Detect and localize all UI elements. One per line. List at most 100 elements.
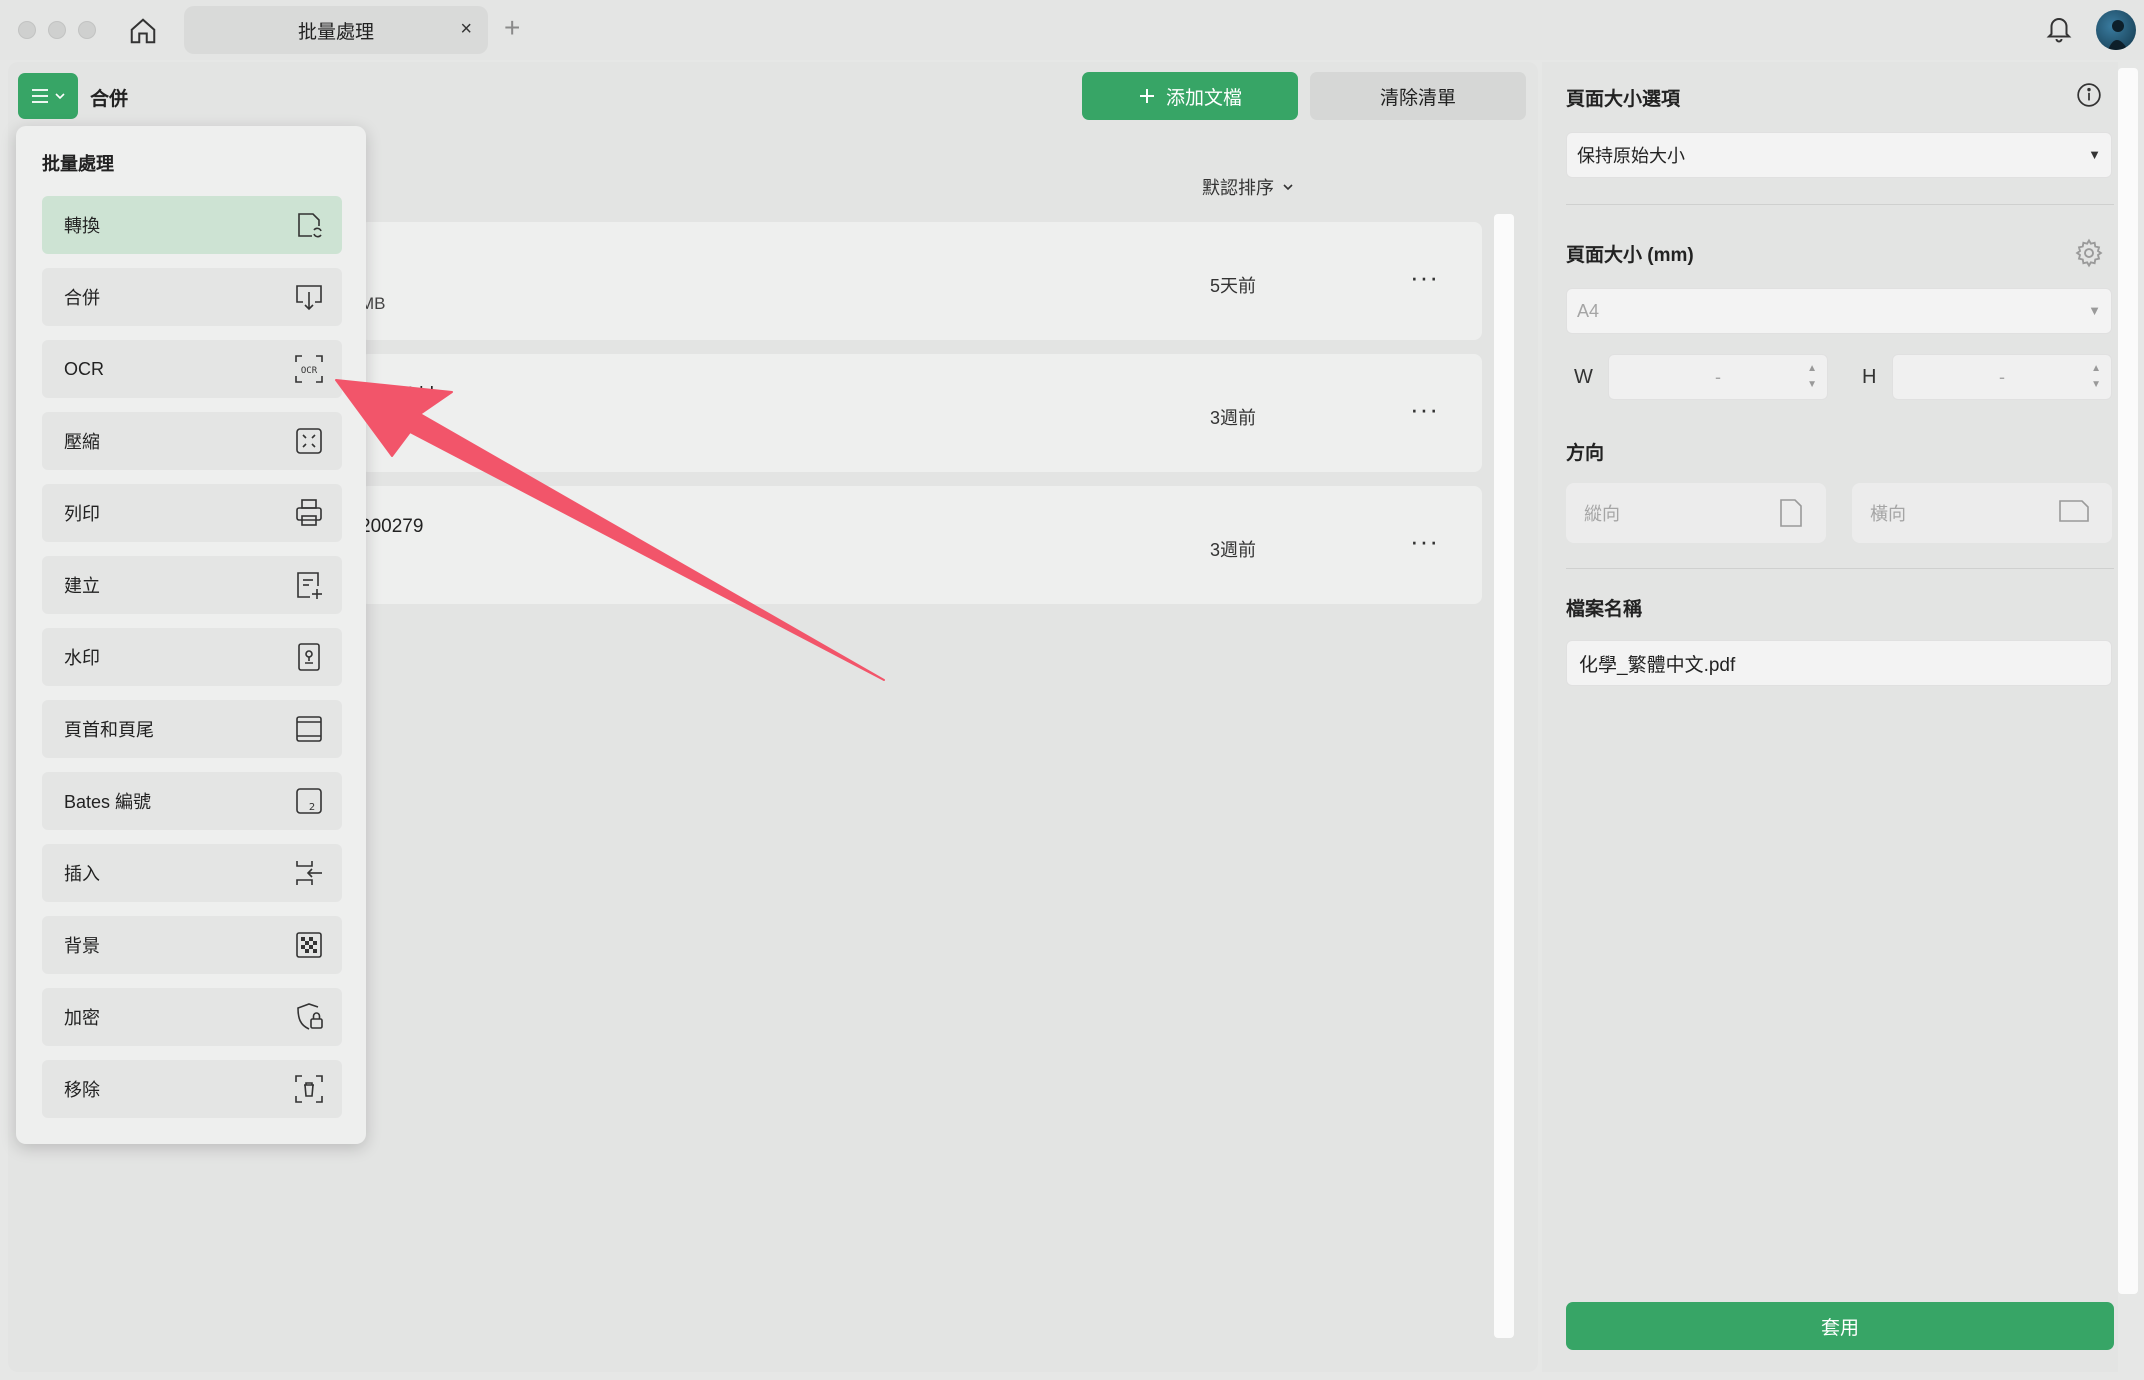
file-time: 3週前 [1210, 540, 1257, 560]
file-row[interactable]: 51_a5dd 3週前 ··· [360, 354, 1482, 472]
batch-menu-button[interactable] [18, 73, 78, 119]
printer-icon [296, 499, 322, 526]
menu-item-encrypt[interactable]: 加密 [42, 988, 342, 1046]
menu-item-label: 壓縮 [64, 432, 100, 452]
user-avatar-icon [2108, 20, 2128, 50]
stepper-arrows-icon[interactable]: ▲ ▼ [2091, 361, 2101, 393]
menu-item-header-footer[interactable]: 頁首和頁尾 [42, 700, 342, 758]
menu-item-label: 列印 [64, 504, 100, 524]
file-time: 3週前 [1210, 408, 1257, 428]
menu-item-bates[interactable]: Bates 編號 2 [42, 772, 342, 830]
menu-title: 批量處理 [42, 154, 114, 174]
menu-item-label: 背景 [64, 936, 100, 956]
more-options-button[interactable]: ··· [1410, 394, 1439, 425]
window-close-dot[interactable] [18, 21, 36, 39]
divider [1566, 568, 2114, 569]
home-icon [130, 18, 156, 44]
sort-label: 默認排序 [1202, 178, 1274, 198]
hamburger-icon [32, 89, 48, 103]
caret-down-icon: ▼ [2088, 303, 2101, 318]
menu-item-label: 水印 [64, 648, 100, 668]
page-size-select[interactable]: A4 ▼ [1566, 288, 2112, 334]
menu-item-create[interactable]: 建立 [42, 556, 342, 614]
orientation-label: 方向 [1566, 443, 1605, 464]
file-name: 51_a5dd [360, 384, 434, 405]
file-list-scrollbar[interactable] [1494, 214, 1514, 1338]
home-button[interactable] [126, 14, 160, 48]
menu-item-insert[interactable]: 插入 [42, 844, 342, 902]
window-zoom-dot[interactable] [78, 21, 96, 39]
page-title: 合併 [90, 89, 129, 110]
insert-icon [296, 861, 322, 885]
menu-item-label: 加密 [64, 1008, 100, 1028]
menu-item-label: 插入 [64, 864, 100, 884]
page-size-options-label: 頁面大小選項 [1566, 89, 1681, 110]
page-size-mm-label: 頁面大小 (mm) [1566, 245, 1694, 266]
watermark-icon [298, 643, 320, 671]
notifications-button[interactable] [2044, 14, 2076, 46]
portrait-page-icon [1780, 499, 1802, 527]
chevron-down-icon [1283, 184, 1293, 191]
add-files-label: 添加文檔 [1165, 87, 1242, 109]
more-options-button[interactable]: ··· [1410, 526, 1439, 557]
divider [1566, 204, 2114, 205]
page-size-option-value: 保持原始大小 [1577, 146, 1685, 166]
remove-icon [295, 1075, 323, 1103]
bell-icon [2046, 18, 2072, 43]
merge-icon [296, 285, 322, 311]
file-row[interactable]: 200279 3週前 ··· [360, 486, 1482, 604]
svg-text:OCR: OCR [301, 366, 318, 376]
page-size-option-select[interactable]: 保持原始大小 ▼ [1566, 132, 2112, 178]
tab-close-button[interactable]: × [460, 18, 472, 41]
sort-dropdown[interactable]: 默認排序 [1202, 174, 1294, 200]
batch-menu-dropdown: 批量處理 轉換 合併 OCR OCR 壓縮 列印 建立 水印 頁首和頁尾 Bat… [16, 126, 366, 1144]
height-stepper[interactable]: - ▲ ▼ [1892, 354, 2112, 400]
tab-batch[interactable]: 批量處理 × [184, 6, 488, 54]
file-time: 5天前 [1210, 276, 1257, 296]
file-name: 200279 [360, 516, 424, 537]
menu-item-label: 合併 [64, 288, 100, 308]
landscape-option[interactable]: 橫向 [1852, 483, 2112, 543]
menu-item-label: OCR [64, 358, 104, 379]
header-footer-icon [296, 716, 322, 742]
page-size-value: A4 [1577, 300, 1600, 321]
apply-button[interactable]: 套用 [1566, 1302, 2114, 1350]
plus-icon [1139, 89, 1154, 103]
chevron-down-icon [55, 93, 65, 100]
more-options-button[interactable]: ··· [1410, 262, 1439, 293]
menu-item-watermark[interactable]: 水印 [42, 628, 342, 686]
clear-list-button[interactable]: 清除清單 [1310, 72, 1526, 120]
file-row[interactable]: MB 5天前 ··· [360, 222, 1482, 340]
width-label: W [1574, 366, 1593, 388]
window-minimize-dot[interactable] [48, 21, 66, 39]
gear-icon[interactable] [2074, 238, 2104, 268]
menu-item-remove[interactable]: 移除 [42, 1060, 342, 1118]
menu-item-label: Bates 編號 [64, 792, 152, 812]
landscape-label: 橫向 [1870, 504, 1906, 524]
menu-item-label: 建立 [64, 576, 100, 596]
panel-scrollbar[interactable] [2118, 68, 2138, 1294]
menu-item-ocr[interactable]: OCR OCR [42, 340, 342, 398]
stepper-arrows-icon[interactable]: ▲ ▼ [1807, 361, 1817, 393]
menu-item-merge[interactable]: 合併 [42, 268, 342, 326]
info-icon[interactable] [2076, 82, 2102, 108]
menu-item-compress[interactable]: 壓縮 [42, 412, 342, 470]
ocr-icon: OCR [295, 355, 323, 383]
compress-icon [296, 428, 322, 454]
file-name-label: 檔案名稱 [1566, 599, 1643, 620]
menu-item-background[interactable]: 背景 [42, 916, 342, 974]
menu-item-label: 頁首和頁尾 [64, 720, 154, 740]
svg-text:2: 2 [309, 802, 315, 813]
add-files-button[interactable]: 添加文檔 [1082, 72, 1298, 120]
width-stepper[interactable]: - ▲ ▼ [1608, 354, 1828, 400]
file-name-value: 化學_繁體中文.pdf [1579, 654, 1736, 676]
menu-item-print[interactable]: 列印 [42, 484, 342, 542]
menu-item-label: 移除 [64, 1080, 100, 1100]
caret-down-icon: ▼ [2088, 147, 2101, 162]
new-tab-button[interactable]: + [504, 12, 520, 44]
portrait-option[interactable]: 縱向 [1566, 483, 1826, 543]
avatar[interactable] [2096, 10, 2136, 50]
menu-item-convert[interactable]: 轉換 [42, 196, 342, 254]
tab-title: 批量處理 [297, 21, 374, 43]
file-name-input[interactable]: 化學_繁體中文.pdf [1566, 640, 2112, 686]
